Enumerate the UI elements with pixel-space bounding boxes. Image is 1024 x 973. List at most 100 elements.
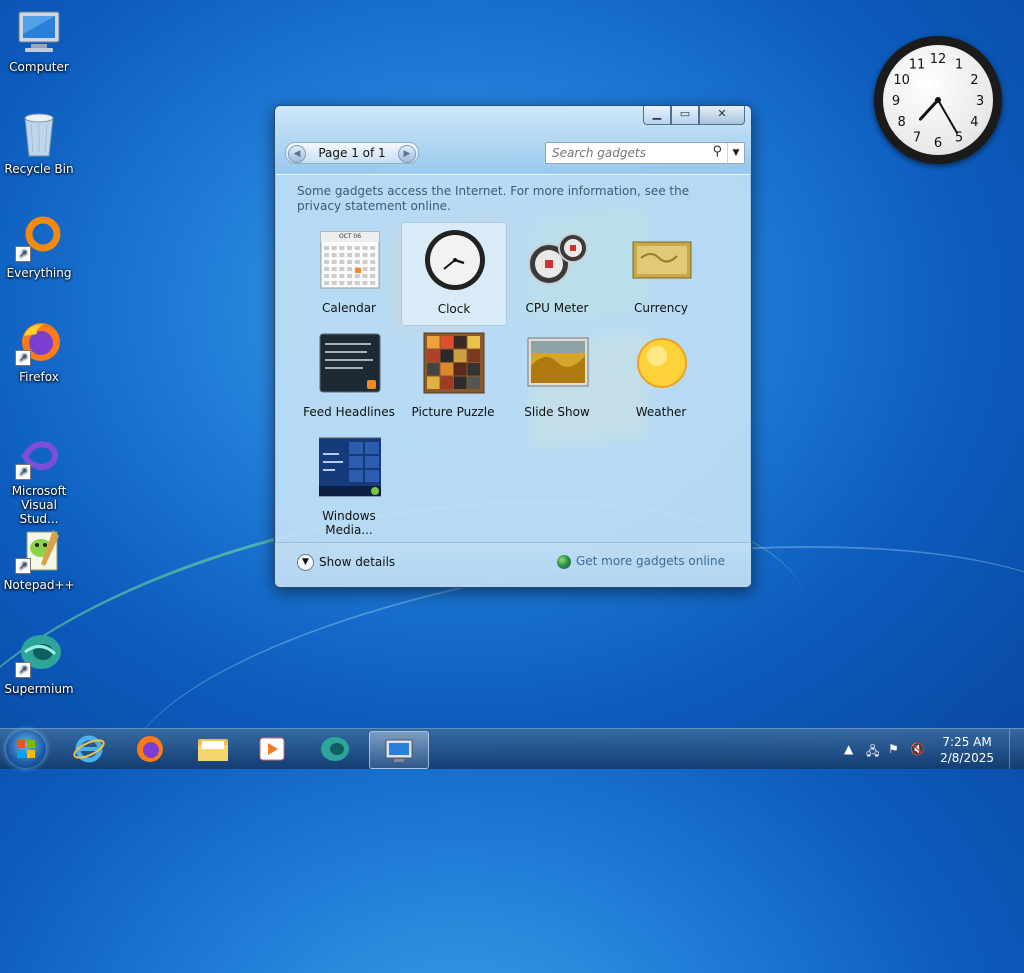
clock-numeral: 1 xyxy=(955,58,963,73)
window-footer: ▼ Show details Get more gadgets online xyxy=(275,542,751,587)
gadget-cpu-meter[interactable]: CPU Meter xyxy=(505,222,609,324)
clock-numeral: 11 xyxy=(909,58,926,73)
gadget-calendar[interactable]: OCT 06 Calendar xyxy=(297,222,401,324)
everything-icon: ↗ xyxy=(15,214,63,262)
gadget-picture-puzzle[interactable]: Picture Puzzle xyxy=(401,326,505,428)
internet-explorer-icon xyxy=(73,735,105,763)
gadgets-icon xyxy=(385,739,413,762)
get-more-gadgets-link[interactable]: Get more gadgets online xyxy=(556,554,725,569)
clock-numeral: 3 xyxy=(976,94,984,109)
privacy-notice[interactable]: Some gadgets access the Internet. For mo… xyxy=(297,184,717,214)
desktop-icon-everything[interactable]: ↗ Everything xyxy=(1,214,77,280)
firefox-icon: ↗ xyxy=(15,318,63,366)
desktop-icon-label: Computer xyxy=(9,60,69,74)
shortcut-arrow-icon: ↗ xyxy=(15,350,31,366)
desktop-clock-gadget[interactable]: 12 1 2 3 4 5 6 7 8 9 10 11 xyxy=(874,36,1002,164)
shortcut-arrow-icon: ↗ xyxy=(15,246,31,262)
clock-numeral: 9 xyxy=(892,94,900,109)
page-navigator: ◀ Page 1 of 1 ▶ xyxy=(285,142,419,164)
gadget-currency[interactable]: Currency xyxy=(609,222,713,324)
taskbar: ▲ 🖧 ⚑ 🔇 7:25 AM 2/8/2025 xyxy=(0,728,1024,769)
currency-icon xyxy=(631,228,693,290)
taskbar-internet-explorer[interactable] xyxy=(60,731,118,767)
taskbar-gadgets[interactable] xyxy=(369,731,429,769)
desktop-icon-recycle-bin[interactable]: Recycle Bin xyxy=(1,110,77,176)
gadget-label: Weather xyxy=(635,405,687,419)
file-explorer-icon xyxy=(198,739,228,761)
minimize-button[interactable]: ▁ xyxy=(643,106,671,125)
desktop-icon-supermium[interactable]: ↗ Supermium xyxy=(1,630,77,696)
gadget-label: Picture Puzzle xyxy=(411,405,495,419)
cpu-meter-icon xyxy=(527,228,589,290)
clock-numeral: 10 xyxy=(893,73,910,88)
close-button[interactable]: ✕ xyxy=(699,106,745,125)
supermium-icon: ↗ xyxy=(15,630,63,678)
gadget-label: Currency xyxy=(633,301,689,315)
gadget-windows-media[interactable]: Windows Media... xyxy=(297,430,401,537)
desktop-icon-label: Recycle Bin xyxy=(4,162,74,176)
slide-show-icon xyxy=(527,332,589,394)
clock-numeral: 12 xyxy=(930,52,947,67)
next-page-button[interactable]: ▶ xyxy=(398,145,416,163)
taskbar-date: 2/8/2025 xyxy=(940,751,994,765)
desktop-icon-notepad-plus-plus[interactable]: ↗ Notepad++ xyxy=(1,526,77,592)
search-box[interactable]: ⚲ ▼ xyxy=(545,142,745,164)
volume-muted-icon[interactable]: 🔇 xyxy=(910,742,925,756)
taskbar-file-explorer[interactable] xyxy=(184,731,242,767)
shortcut-arrow-icon: ↗ xyxy=(15,464,31,480)
desktop-icon-label: Microsoft Visual Stud... xyxy=(11,484,67,526)
taskbar-media-player[interactable] xyxy=(243,731,301,767)
clock-numeral: 4 xyxy=(970,115,978,130)
search-icon[interactable]: ⚲ xyxy=(712,144,722,159)
windows-logo-icon xyxy=(17,740,35,758)
clock-icon xyxy=(424,229,486,291)
weather-icon xyxy=(631,332,693,394)
gadget-slide-show[interactable]: Slide Show xyxy=(505,326,609,428)
show-desktop-button[interactable] xyxy=(1009,729,1024,769)
network-icon[interactable]: 🖧 xyxy=(866,742,879,763)
maximize-button[interactable]: ▭ xyxy=(671,106,699,125)
gadgets-window[interactable]: ▁ ▭ ✕ ◀ Page 1 of 1 ▶ ⚲ ▼ Some gadgets a… xyxy=(274,105,752,588)
clock-numeral: 7 xyxy=(913,130,921,145)
supermium-icon xyxy=(321,737,349,761)
shortcut-arrow-icon: ↗ xyxy=(15,558,31,574)
taskbar-supermium[interactable] xyxy=(306,731,364,767)
show-details-toggle[interactable]: ▼ Show details xyxy=(297,554,395,571)
globe-icon xyxy=(556,554,571,569)
gadget-feed-headlines[interactable]: Feed Headlines xyxy=(297,326,401,428)
gadget-label: Slide Show xyxy=(524,405,590,419)
gadget-label: CPU Meter xyxy=(525,301,589,315)
picture-puzzle-icon xyxy=(423,332,485,394)
shortcut-arrow-icon: ↗ xyxy=(15,662,31,678)
desktop-icon-label: Firefox xyxy=(19,370,59,384)
gadget-label: Calendar xyxy=(322,301,376,315)
taskbar-firefox[interactable] xyxy=(121,731,179,767)
desktop-icon-label: Supermium xyxy=(4,682,74,696)
show-details-label: Show details xyxy=(319,555,396,569)
show-hidden-icons-button[interactable]: ▲ xyxy=(844,742,853,756)
gadget-gallery: Some gadgets access the Internet. For mo… xyxy=(276,174,750,543)
clock-numeral: 6 xyxy=(934,136,942,151)
clock-date-display[interactable]: 7:25 AM 2/8/2025 xyxy=(940,734,994,766)
window-caption-buttons: ▁ ▭ ✕ xyxy=(643,106,745,125)
gadget-clock[interactable]: Clock xyxy=(401,222,507,326)
desktop-icon-firefox[interactable]: ↗ Firefox xyxy=(1,318,77,384)
desktop-icon-computer[interactable]: Computer xyxy=(1,8,77,74)
visual-studio-icon: ↗ xyxy=(15,432,63,480)
computer-icon xyxy=(15,8,63,56)
notepad-plus-plus-icon: ↗ xyxy=(15,526,63,574)
gadget-label: Feed Headlines xyxy=(303,405,395,419)
clock-numeral: 8 xyxy=(897,115,905,130)
action-center-flag-icon[interactable]: ⚑ xyxy=(888,742,899,756)
firefox-icon xyxy=(137,736,163,762)
desktop-icon-label: Notepad++ xyxy=(3,578,75,592)
search-input[interactable] xyxy=(550,145,704,161)
notification-area: ▲ 🖧 ⚑ 🔇 7:25 AM 2/8/2025 xyxy=(834,729,1024,769)
gadget-weather[interactable]: Weather xyxy=(609,326,713,428)
start-button[interactable] xyxy=(6,730,46,768)
recycle-bin-icon xyxy=(15,110,63,158)
search-dropdown-button[interactable]: ▼ xyxy=(727,143,744,163)
gadget-label: Windows Media... xyxy=(322,509,376,537)
get-more-gadgets-label: Get more gadgets online xyxy=(575,554,725,568)
desktop-icon-visual-studio[interactable]: ↗ Microsoft Visual Stud... xyxy=(1,432,77,526)
